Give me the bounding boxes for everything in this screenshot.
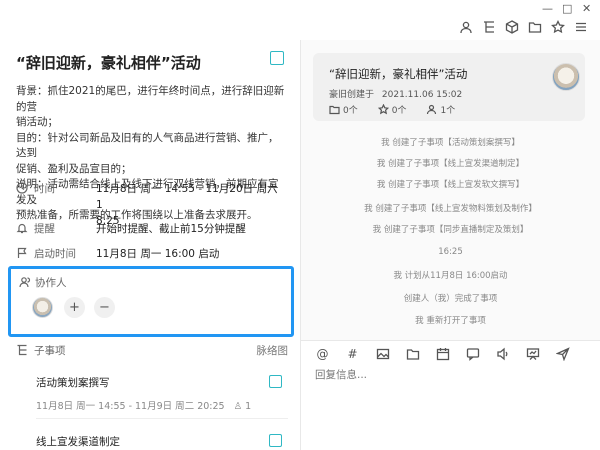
collaborators-label: 协作人 <box>19 275 67 290</box>
top-toolbar <box>459 16 588 38</box>
subtask-checkbox[interactable] <box>269 375 282 388</box>
activity-entry: 我 重新打开了事项 <box>415 316 486 326</box>
reply-input[interactable] <box>315 369 585 381</box>
mention-icon[interactable]: @ <box>315 346 330 361</box>
task-summary-card: “辞旧迎新，豪礼相伴”活动 豪旧创建于 2021.11.06 15:02 0个 … <box>313 53 585 121</box>
folder-icon[interactable] <box>528 20 542 34</box>
people-count: 1个 <box>426 103 455 116</box>
chat-bubble-icon[interactable] <box>465 346 480 361</box>
clock-icon <box>16 182 28 194</box>
activity-entry: 创建人（我）完成了事项 <box>403 294 498 304</box>
subtask-meta: 11月8日 周一 14:55 - 11月9日 周二 20:25 ♙ 1 <box>36 401 252 412</box>
activity-entry: 我 创建了子事项【线上宣发渠道制定】 <box>376 159 525 169</box>
star-count: 0个 <box>377 103 406 116</box>
start-time-row[interactable]: 启动时间 11月8日 周一 16:00 启动 <box>16 246 286 262</box>
folder-icon <box>329 105 340 115</box>
creator-avatar[interactable] <box>552 63 580 91</box>
activity-entry: 我 创建了子事项【同步直播制定及策划】 <box>372 225 529 235</box>
activity-timestamp: 16:25 <box>438 247 463 257</box>
reminder-value: 开始时提醒、截止前15分钟提醒 <box>96 223 246 235</box>
minimize-button[interactable]: — <box>542 2 553 16</box>
subtask-icon <box>16 344 28 356</box>
person-icon[interactable] <box>459 20 473 34</box>
calendar-icon[interactable] <box>435 346 450 361</box>
task-complete-checkbox[interactable] <box>270 51 284 65</box>
person-icon <box>427 104 437 115</box>
reminder-row[interactable]: 提醒 开始时提醒、截止前15分钟提醒 <box>16 221 286 237</box>
menu-icon[interactable] <box>574 20 588 34</box>
send-icon[interactable] <box>555 346 570 361</box>
star-icon[interactable] <box>551 20 565 34</box>
time-row[interactable]: 时间 11月8日 周一 14:55 - 11月20日 周六 1 8:25 <box>16 181 286 227</box>
remove-collaborator-button[interactable]: − <box>94 297 115 318</box>
maximize-button[interactable]: □ <box>562 2 572 16</box>
composer-toolbar: @ # <box>315 346 570 361</box>
activity-entry: 我 计划从11月8日 16:00启动 <box>393 271 508 281</box>
branch-icon[interactable] <box>482 20 496 34</box>
cube-icon[interactable] <box>505 20 519 34</box>
mindmap-view-link[interactable]: 脉络图 <box>257 343 289 358</box>
subtask-divider <box>36 418 288 419</box>
reminder-label: 提醒 <box>34 223 55 235</box>
collaborators-section: 协作人 + − <box>8 266 294 337</box>
card-title: “辞旧迎新，豪礼相伴”活动 <box>329 67 468 81</box>
collaborator-avatar[interactable] <box>32 297 53 318</box>
add-collaborator-button[interactable]: + <box>64 297 85 318</box>
whiteboard-icon[interactable] <box>525 346 540 361</box>
folder-count: 0个 <box>329 103 358 116</box>
activity-entry: 我 创建了子事项【线上宣发物料策划及制作】 <box>364 204 537 214</box>
subtask-item[interactable]: 线上宣发渠道制定 <box>36 434 288 449</box>
card-created-info: 豪旧创建于 2021.11.06 15:02 <box>329 90 463 100</box>
start-time-value: 11月8日 周一 16:00 启动 <box>96 248 220 260</box>
close-button[interactable]: ✕ <box>582 2 591 16</box>
hashtag-icon[interactable]: # <box>345 346 360 361</box>
subtask-title: 线上宣发渠道制定 <box>36 436 120 448</box>
folder-icon[interactable] <box>405 346 420 361</box>
activity-entry: 我 创建了子事项【活动策划案撰写】 <box>381 138 520 148</box>
start-time-label: 启动时间 <box>34 248 76 260</box>
person-count-icon: ♙ <box>233 401 243 412</box>
flag-icon <box>16 247 28 259</box>
subtask-title: 活动策划案撰写 <box>36 377 110 389</box>
people-icon <box>19 276 31 288</box>
subtasks-label: 子事项 <box>34 345 66 357</box>
reply-composer: @ # <box>301 340 600 450</box>
task-detail-panel: “辞旧迎新，豪礼相伴”活动 背景：抓住2021的尾巴，进行年终时间点，进行辞旧迎… <box>0 40 300 450</box>
task-title: “辞旧迎新，豪礼相伴”活动 <box>16 54 201 72</box>
star-icon <box>377 104 389 115</box>
subtask-item[interactable]: 活动策划案撰写 11月8日 周一 14:55 - 11月9日 周二 20:25 … <box>36 375 288 412</box>
time-label: 时间 <box>34 183 55 195</box>
activity-entry: 我 创建了子事项【线上宣发软文撰写】 <box>376 180 525 190</box>
card-stats: 0个 0个 1个 <box>329 103 455 116</box>
bell-icon <box>16 222 28 234</box>
image-icon[interactable] <box>375 346 390 361</box>
subtask-checkbox[interactable] <box>269 434 282 447</box>
activity-panel: “辞旧迎新，豪礼相伴”活动 豪旧创建于 2021.11.06 15:02 0个 … <box>301 40 600 450</box>
speaker-icon[interactable] <box>495 346 510 361</box>
